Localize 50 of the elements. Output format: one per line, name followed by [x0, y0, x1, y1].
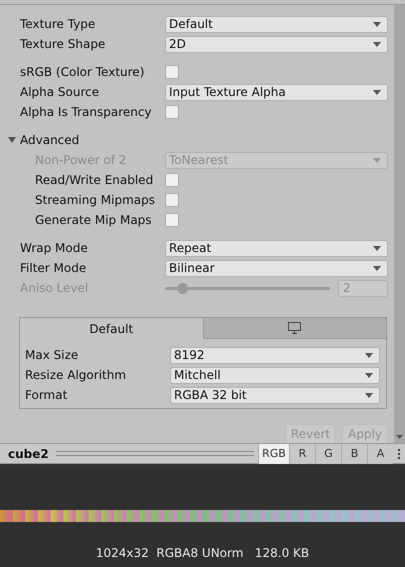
caret-icon: [373, 90, 381, 94]
caret-icon: [365, 392, 373, 398]
field-label: Read/Write Enabled: [35, 173, 154, 187]
channel-button[interactable]: RGB: [258, 444, 289, 464]
texture-info: 1024x32 RGBA8 UNorm 128.0 KB: [96, 546, 310, 560]
channel-button[interactable]: G: [315, 444, 341, 464]
field-label: Resize Algorithm: [25, 368, 128, 382]
field-label: Texture Type: [20, 17, 96, 31]
dropdown[interactable]: Repeat: [165, 240, 388, 256]
caret-icon: [373, 42, 381, 46]
channel-button[interactable]: B: [341, 444, 367, 464]
field-label: Filter Mode: [20, 261, 88, 275]
caret-icon: [365, 372, 373, 378]
field-label: Texture Shape: [20, 37, 106, 51]
field-label: Max Size: [25, 348, 80, 362]
dropdown[interactable]: RGBA 32 bit: [170, 386, 380, 404]
dropdown[interactable]: 2D: [165, 36, 388, 52]
field-label: Generate Mip Maps: [35, 213, 153, 227]
caret-icon: [373, 246, 381, 250]
field-label: Alpha Source: [20, 85, 100, 99]
channel-button[interactable]: R: [289, 444, 315, 464]
preview-title: cube2: [7, 446, 50, 460]
checkbox[interactable]: [165, 105, 179, 119]
caret-icon: [373, 266, 381, 270]
field-label: Non-Power of 2: [35, 153, 128, 167]
checkbox[interactable]: [165, 65, 179, 79]
field-label: Format: [25, 388, 68, 402]
field-label: Wrap Mode: [20, 241, 89, 255]
field-label: Streaming Mipmaps: [35, 193, 156, 207]
channel-button[interactable]: A: [367, 444, 393, 464]
caret-icon: [373, 158, 381, 162]
field-label: Alpha Is Transparency: [20, 105, 153, 119]
dropdown[interactable]: 8192: [170, 346, 380, 364]
foldout[interactable]: Advanced: [8, 133, 80, 147]
caret-icon: [365, 352, 373, 358]
checkbox[interactable]: [165, 193, 179, 207]
dropdown[interactable]: Mitchell: [170, 366, 380, 384]
caret-icon: [373, 22, 381, 26]
field-label: sRGB (Color Texture): [20, 65, 146, 79]
checkbox[interactable]: [165, 213, 179, 227]
field-label: Aniso Level: [20, 281, 90, 295]
dropdown[interactable]: Default: [165, 16, 388, 32]
scroll-down-icon[interactable]: [396, 435, 403, 439]
monitor-icon: [288, 322, 302, 334]
dropdown[interactable]: Input Texture Alpha: [165, 84, 388, 100]
dropdown[interactable]: Bilinear: [165, 260, 388, 276]
scrollbar[interactable]: [394, 5, 405, 443]
checkbox[interactable]: [165, 173, 179, 187]
triangle-icon: [8, 136, 16, 144]
platform-tab[interactable]: [202, 318, 386, 339]
